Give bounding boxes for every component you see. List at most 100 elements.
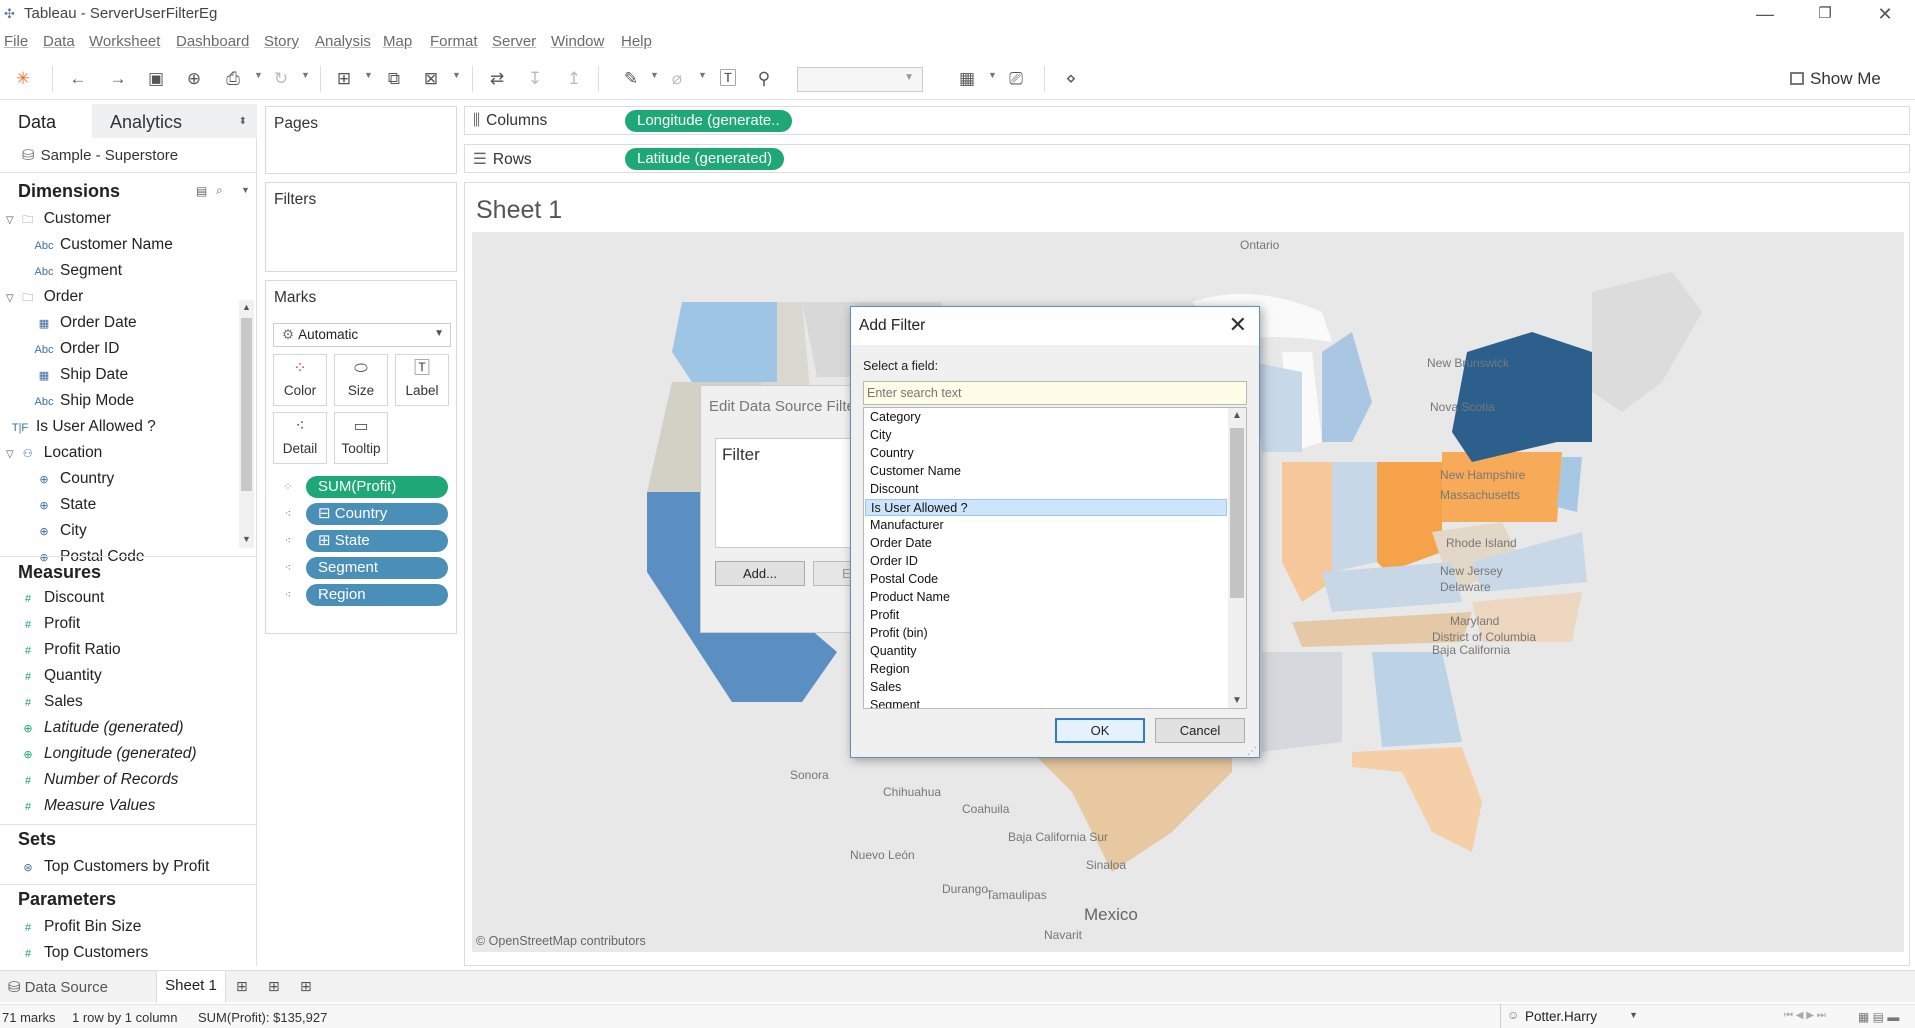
- redo-icon[interactable]: →: [107, 68, 129, 90]
- dimensions-scrollbar[interactable]: ▲ ▼: [239, 300, 254, 548]
- share-icon[interactable]: ⋄: [1060, 68, 1082, 90]
- collapse-icon[interactable]: ▽: [6, 449, 14, 460]
- dimension-item[interactable]: ⊕ Postal Code: [34, 548, 144, 562]
- sheet-tab[interactable]: Sheet 1: [156, 971, 226, 1003]
- new-worksheet-icon[interactable]: ⊞: [236, 978, 248, 995]
- parameter-item[interactable]: # Profit Bin Size: [18, 918, 141, 936]
- menu-dashboard[interactable]: Dashboard: [176, 33, 249, 50]
- dimension-item[interactable]: Abc Ship Mode: [34, 392, 135, 410]
- tab-analytics[interactable]: Analytics ⬍: [92, 104, 257, 138]
- view-toggle-icon[interactable]: ▤: [196, 184, 207, 198]
- field-list-item[interactable]: Is User Allowed ?: [865, 499, 1227, 516]
- close-icon[interactable]: ✕: [1229, 312, 1247, 338]
- refresh-icon[interactable]: ↻: [270, 68, 292, 90]
- dimension-item[interactable]: ⊕ State: [34, 496, 96, 514]
- measure-item[interactable]: ⊕ Latitude (generated): [18, 719, 183, 737]
- size-button[interactable]: ⬭ Size: [334, 354, 388, 406]
- mark-pill[interactable]: SUM(Profit): [306, 476, 448, 498]
- dimension-item[interactable]: ▦ Ship Date: [34, 366, 128, 384]
- map-attribution[interactable]: © OpenStreetMap contributors: [476, 934, 646, 948]
- dimension-item[interactable]: ▦ Order Date: [34, 314, 137, 332]
- ok-button[interactable]: OK: [1055, 718, 1145, 743]
- filter-list[interactable]: Filter: [715, 438, 855, 548]
- resize-grip-icon[interactable]: ⋰: [1247, 746, 1257, 757]
- data-source-item[interactable]: ⛁ Sample - Superstore: [22, 146, 178, 164]
- show-mark-labels-icon[interactable]: 🅃: [717, 68, 739, 90]
- pages-card[interactable]: Pages: [265, 106, 457, 174]
- fit-dropdown[interactable]: ▼: [797, 67, 923, 92]
- columns-shelf[interactable]: ⫼ Columns Longitude (generate..: [464, 106, 1910, 135]
- rows-shelf[interactable]: ☰ Rows Latitude (generated): [464, 144, 1910, 173]
- parameter-item[interactable]: # Top Customers: [18, 944, 148, 962]
- pin-axes-icon[interactable]: ⚲: [753, 68, 775, 90]
- collapse-icon[interactable]: ▽: [6, 293, 14, 304]
- highlight-icon[interactable]: ✎: [620, 68, 642, 90]
- menu-map[interactable]: Map: [383, 33, 412, 50]
- group-dropdown-icon[interactable]: ▼: [698, 70, 707, 80]
- field-list-scrollbar[interactable]: ▲ ▼: [1228, 408, 1246, 708]
- clear-dropdown-icon[interactable]: ▼: [452, 70, 461, 80]
- menu-format[interactable]: Format: [430, 33, 478, 50]
- field-list-item[interactable]: Profit: [865, 607, 1227, 624]
- menu-file[interactable]: File: [4, 33, 28, 50]
- field-list-item[interactable]: Quantity: [865, 643, 1227, 660]
- set-item[interactable]: ⊛ Top Customers by Profit: [18, 858, 209, 876]
- pause-dropdown-icon[interactable]: ▼: [254, 70, 263, 80]
- field-list-item[interactable]: Country: [865, 445, 1227, 462]
- dimension-item[interactable]: Abc Customer Name: [34, 236, 173, 254]
- tableau-start-icon[interactable]: ✳: [12, 68, 34, 90]
- detail-button[interactable]: ⁖ Detail: [273, 412, 327, 464]
- columns-pill[interactable]: Longitude (generate..: [625, 110, 792, 132]
- presentation-mode-icon[interactable]: ⎚: [1005, 68, 1027, 90]
- dimension-item[interactable]: T|F Is User Allowed ?: [10, 418, 156, 436]
- dimension-item[interactable]: ▽ 🗀 Customer: [6, 210, 111, 230]
- duplicate-sheet-icon[interactable]: ⧉: [383, 68, 405, 90]
- search-icon[interactable]: ⌕: [216, 183, 223, 198]
- restore-icon[interactable]: ❐: [1805, 2, 1845, 26]
- measure-item[interactable]: # Profit: [18, 615, 80, 633]
- tab-data[interactable]: Data: [0, 104, 92, 138]
- collapse-icon[interactable]: ▽: [6, 215, 14, 226]
- user-filter-dropdown[interactable]: ☺ Potter.Harry ▼: [1500, 1004, 1650, 1028]
- label-button[interactable]: 🅃 Label: [395, 354, 449, 406]
- field-list-item[interactable]: Customer Name: [865, 463, 1227, 480]
- pane-menu-icon[interactable]: ⬍: [239, 116, 247, 127]
- save-icon[interactable]: ▣: [145, 68, 167, 90]
- color-button[interactable]: ⁘ Color: [273, 354, 327, 406]
- sheet-title[interactable]: Sheet 1: [476, 196, 562, 225]
- new-worksheet-dropdown-icon[interactable]: ▼: [364, 70, 373, 80]
- refresh-dropdown-icon[interactable]: ▼: [301, 70, 310, 80]
- field-list-item[interactable]: Order ID: [865, 553, 1227, 570]
- field-list-item[interactable]: Discount: [865, 481, 1227, 498]
- measure-item[interactable]: ⊕ Longitude (generated): [18, 745, 196, 763]
- show-cards-icon[interactable]: ▦: [956, 68, 978, 90]
- pause-updates-icon[interactable]: ⎙: [222, 68, 244, 90]
- measure-item[interactable]: # Discount: [18, 589, 104, 607]
- new-data-source-icon[interactable]: ⊕: [183, 68, 205, 90]
- minimize-icon[interactable]: —: [1745, 2, 1785, 26]
- data-source-tab[interactable]: ⛁ Data Source: [8, 978, 108, 996]
- menu-analysis[interactable]: Analysis: [315, 33, 371, 50]
- close-window-icon[interactable]: ✕: [1865, 2, 1905, 26]
- field-list-item[interactable]: Postal Code: [865, 571, 1227, 588]
- field-list-item[interactable]: Product Name: [865, 589, 1227, 606]
- new-story-icon[interactable]: ⊞: [300, 978, 312, 995]
- mark-pill[interactable]: ⊞ State: [306, 530, 448, 552]
- field-list-item[interactable]: Segment: [865, 697, 1227, 708]
- swap-rows-columns-icon[interactable]: ⇄: [486, 68, 508, 90]
- new-worksheet-icon[interactable]: ⊞: [333, 68, 355, 90]
- field-list-item[interactable]: Profit (bin): [865, 625, 1227, 642]
- field-list-item[interactable]: Manufacturer: [865, 517, 1227, 534]
- dimension-item[interactable]: Abc Order ID: [34, 340, 120, 358]
- menu-help[interactable]: Help: [621, 33, 652, 50]
- field-list-item[interactable]: City: [865, 427, 1227, 444]
- view-grid-icon[interactable]: ▦ ▤ ▬: [1858, 1010, 1899, 1024]
- measure-item[interactable]: # Measure Values: [18, 797, 156, 815]
- measure-item[interactable]: # Sales: [18, 693, 83, 711]
- undo-icon[interactable]: ←: [67, 68, 89, 90]
- dimension-item[interactable]: Abc Segment: [34, 262, 123, 280]
- scroll-down-icon[interactable]: ▼: [1232, 695, 1242, 706]
- field-list-item[interactable]: Order Date: [865, 535, 1227, 552]
- field-search-input[interactable]: [863, 381, 1247, 405]
- dimension-item[interactable]: ⊕ City: [34, 522, 86, 540]
